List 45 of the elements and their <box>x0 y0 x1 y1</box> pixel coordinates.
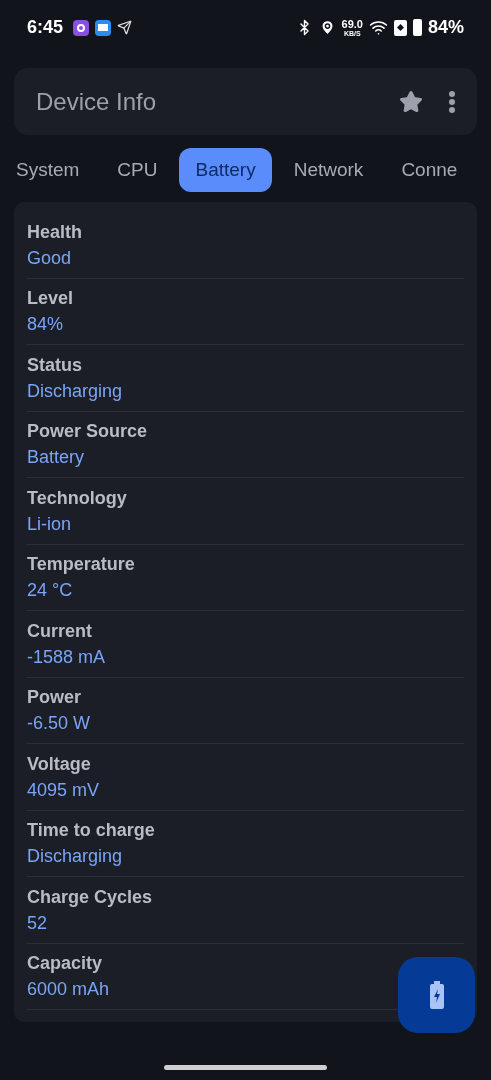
info-value: 6000 mAh <box>27 978 110 1002</box>
info-label: Technology <box>27 486 128 510</box>
mail-icon <box>95 19 112 36</box>
info-value: Battery <box>27 446 85 470</box>
clock: 6:45 <box>27 16 64 39</box>
app-title: Device Info <box>36 86 158 117</box>
info-value: -1588 mA <box>27 645 106 669</box>
info-value: 4095 mV <box>27 778 100 802</box>
info-value: Li-ion <box>27 512 72 536</box>
tab[interactable]: Battery <box>179 148 272 192</box>
tab[interactable]: Network <box>277 148 380 192</box>
info-value: 84% <box>27 313 64 337</box>
info-label: Time to charge <box>27 819 156 843</box>
info-value: -6.50 W <box>27 712 91 736</box>
info-label: Health <box>27 220 83 244</box>
info-value: Good <box>27 246 72 270</box>
info-label: Voltage <box>27 752 92 776</box>
info-value: 52 <box>27 911 48 935</box>
battery-fab[interactable] <box>398 957 475 1033</box>
info-label: Power Source <box>27 420 149 444</box>
more-options-button[interactable] <box>449 90 455 113</box>
no-sim-icon <box>393 19 407 36</box>
info-label: Temperature <box>27 553 136 577</box>
battery-percentage: 84% <box>427 16 464 39</box>
app-notification-icon <box>73 19 90 36</box>
info-label: Level <box>27 287 75 311</box>
wifi-icon <box>368 18 388 37</box>
info-label: Capacity <box>27 952 104 976</box>
battery-charging-icon <box>429 981 444 1009</box>
more-icon <box>449 90 455 113</box>
tab[interactable]: Conne <box>385 148 474 192</box>
info-value: Discharging <box>27 845 123 869</box>
send-icon <box>117 20 133 35</box>
battery-icon <box>412 19 422 36</box>
info-label: Power <box>27 686 83 710</box>
tab[interactable]: System <box>0 148 96 192</box>
info-label: Current <box>27 619 93 643</box>
info-label: Charge Cycles <box>27 885 154 909</box>
star-icon <box>399 89 423 114</box>
favorite-button[interactable] <box>399 89 423 114</box>
network-speed: 69.0 <box>341 18 363 30</box>
info-label: Status <box>27 353 83 377</box>
info-value: 24 °C <box>27 579 73 603</box>
info-value: Discharging <box>27 379 123 403</box>
tab[interactable]: CPU <box>101 148 174 192</box>
